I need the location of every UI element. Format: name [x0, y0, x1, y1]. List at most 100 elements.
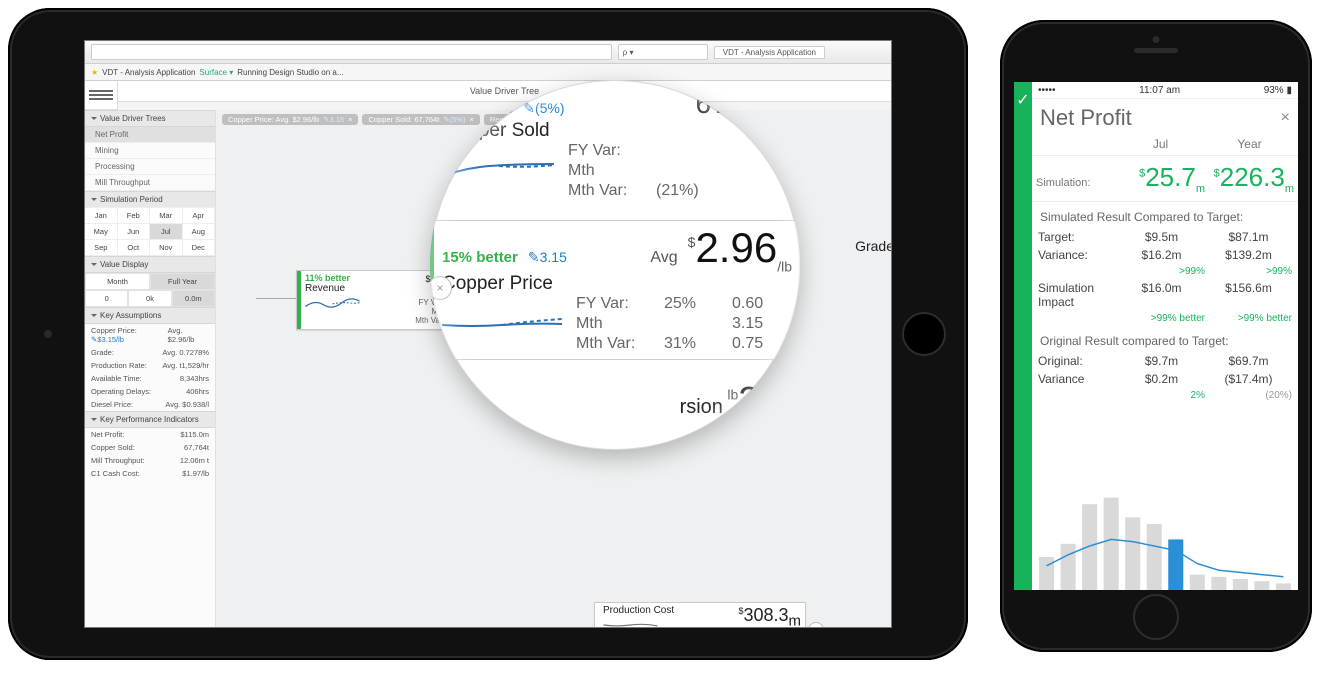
- page-title: Net Profit: [1040, 105, 1132, 131]
- assumption-row: Diesel Price:Avg. $0.938/l: [85, 398, 215, 411]
- month-jun[interactable]: Jun: [117, 223, 151, 240]
- column-headers: Jul Year: [1032, 133, 1298, 156]
- unit-suffix: m: [1196, 183, 1205, 195]
- month-oct[interactable]: Oct: [117, 239, 151, 256]
- kv-row: Simulation Impact$16.0m$156.6m: [1032, 279, 1298, 311]
- mag-tag: 3% worse: [444, 100, 513, 117]
- crumb-b[interactable]: Surface ▾: [199, 68, 233, 77]
- phone-device: ✓ ••••• 11:07 am 93% ▮ Net Profit × Jul …: [1000, 20, 1312, 652]
- col-jul[interactable]: Jul: [1116, 137, 1205, 151]
- status-bar: ••••• 11:07 am 93% ▮: [1032, 82, 1298, 99]
- section-trees[interactable]: Value Driver Trees: [85, 110, 215, 127]
- kv-row: Variance:$16.2m$139.2m: [1032, 246, 1298, 264]
- month-apr[interactable]: Apr: [182, 207, 216, 224]
- phone-camera: [1153, 36, 1160, 43]
- month-mar[interactable]: Mar: [149, 207, 183, 224]
- sim-label: Simulation:: [1036, 177, 1116, 189]
- card-value: 308.3: [743, 605, 788, 625]
- unit-suffix: m: [1285, 183, 1294, 195]
- sparkline: [305, 294, 360, 312]
- breadcrumb: ★ VDT - Analysis Application Surface ▾ R…: [85, 64, 891, 81]
- month-grid: JanFebMarApr MayJunJulAug SepOctNovDec: [85, 208, 215, 256]
- phone-screen: ✓ ••••• 11:07 am 93% ▮ Net Profit × Jul …: [1014, 82, 1298, 590]
- valdisp-full-year[interactable]: Full Year: [150, 273, 215, 290]
- section-kpi[interactable]: Key Performance Indicators: [85, 411, 215, 428]
- card-suffix: m: [789, 613, 802, 628]
- sidebar-item-mining[interactable]: Mining: [85, 143, 215, 159]
- sim-jul: 25.7: [1145, 162, 1196, 192]
- sidebar: Value Driver Trees Net ProfitMiningProce…: [85, 110, 216, 628]
- card-production-cost[interactable]: Production Cost $308.3m FY Var:1%2.3Mth2…: [594, 602, 806, 628]
- month-jan[interactable]: Jan: [85, 207, 118, 224]
- search-hint: ρ ▾: [623, 48, 634, 57]
- assumption-row: Operating Delays:406hrs: [85, 385, 215, 398]
- card-tag: 11% better: [305, 273, 360, 283]
- value-display-row1: MonthFull Year: [85, 273, 215, 290]
- kv-row: Variance$0.2m($17.4m): [1032, 370, 1298, 388]
- sidebar-item-processing[interactable]: Processing: [85, 159, 215, 175]
- card-label: Revenue: [305, 283, 360, 294]
- lens-rim: [430, 80, 800, 450]
- crumb-a[interactable]: VDT - Analysis Application: [102, 68, 195, 77]
- status-bar-green: [297, 271, 301, 329]
- tablet-camera: [44, 330, 52, 338]
- kpi-row: Mill Throughput:12.06m t: [85, 454, 215, 467]
- phone-home-button[interactable]: [1133, 594, 1179, 640]
- month-dec[interactable]: Dec: [182, 239, 216, 256]
- hamburger-icon[interactable]: [85, 81, 118, 110]
- sidebar-item-net-profit[interactable]: Net Profit: [85, 127, 215, 143]
- browser-tab[interactable]: VDT - Analysis Application: [714, 46, 825, 59]
- assumption-row: Copper Price: ✎$3.15/lbAvg. $2.96/lb: [85, 324, 215, 346]
- month-jul[interactable]: Jul: [149, 223, 183, 240]
- browser-toolbar: ρ ▾ VDT - Analysis Application: [85, 41, 891, 64]
- month-sep[interactable]: Sep: [85, 239, 118, 256]
- valdisp-fmt-1[interactable]: 0k: [128, 290, 171, 307]
- value-display-row2: 00k0.0m: [85, 290, 215, 307]
- card-grade-peek: Grade: [855, 238, 892, 254]
- month-aug[interactable]: Aug: [182, 223, 216, 240]
- month-may[interactable]: May: [85, 223, 118, 240]
- star-icon[interactable]: ★: [91, 68, 98, 77]
- section-sim-vs-target: Simulated Result Compared to Target:: [1032, 202, 1298, 228]
- battery-pct: 93%: [1264, 85, 1284, 96]
- filter-pill[interactable]: Copper Price: Avg. $2.96/lb✎3.15×: [222, 114, 358, 125]
- section-value-display[interactable]: Value Display: [85, 256, 215, 273]
- phone-chart: [1032, 470, 1298, 590]
- month-feb[interactable]: Feb: [117, 207, 151, 224]
- kv-row: Target:$9.5m$87.1m: [1032, 228, 1298, 246]
- signal-icon: •••••: [1038, 85, 1056, 96]
- kpi-row: Copper Sold:67,764t: [85, 441, 215, 454]
- section-sim-period[interactable]: Simulation Period: [85, 191, 215, 208]
- sidebar-item-mill-throughput[interactable]: Mill Throughput: [85, 175, 215, 191]
- assumption-row: Available Time:8,343hrs: [85, 372, 215, 385]
- kpi-row: Net Profit:$115.0m: [85, 428, 215, 441]
- sparkline: [603, 616, 658, 628]
- assumption-row: Production Rate:Avg. t1,529/hr: [85, 359, 215, 372]
- search-box[interactable]: ρ ▾: [618, 44, 708, 60]
- crumb-c[interactable]: Running Design Studio on a...: [237, 68, 343, 77]
- section-assumptions[interactable]: Key Assumptions: [85, 307, 215, 324]
- phone-speaker: [1134, 48, 1178, 53]
- address-bar[interactable]: [91, 44, 612, 60]
- assumption-row: Grade:Avg. 0.7278%: [85, 346, 215, 359]
- col-year[interactable]: Year: [1205, 137, 1294, 151]
- connector: [256, 298, 296, 299]
- kv-row: Original:$9.7m$69.7m: [1032, 352, 1298, 370]
- expand-arrow[interactable]: ›: [808, 622, 824, 628]
- month-nov[interactable]: Nov: [149, 239, 183, 256]
- magnifier-lens: 3% worse ✎(5%) 67 764t Copper Sold FY Va…: [430, 80, 800, 450]
- tablet-home-button[interactable]: [902, 312, 946, 356]
- sim-year: 226.3: [1220, 162, 1285, 192]
- kpi-row: C1 Cash Cost:$1.97/lb: [85, 467, 215, 480]
- valdisp-fmt-0[interactable]: 0: [85, 290, 128, 307]
- status-time: 11:07 am: [1139, 85, 1180, 96]
- close-icon[interactable]: ×: [1281, 109, 1290, 127]
- simulation-row: Simulation: $25.7m $226.3m: [1032, 156, 1298, 202]
- check-icon: ✓: [1016, 90, 1029, 110]
- valdisp-month[interactable]: Month: [85, 273, 150, 290]
- phone-sidebar[interactable]: ✓: [1014, 82, 1032, 590]
- valdisp-fmt-2[interactable]: 0.0m: [172, 290, 215, 307]
- battery-icon: ▮: [1286, 85, 1292, 96]
- section-orig-vs-target: Original Result compared to Target:: [1032, 326, 1298, 352]
- card-label: Production Cost: [603, 605, 674, 616]
